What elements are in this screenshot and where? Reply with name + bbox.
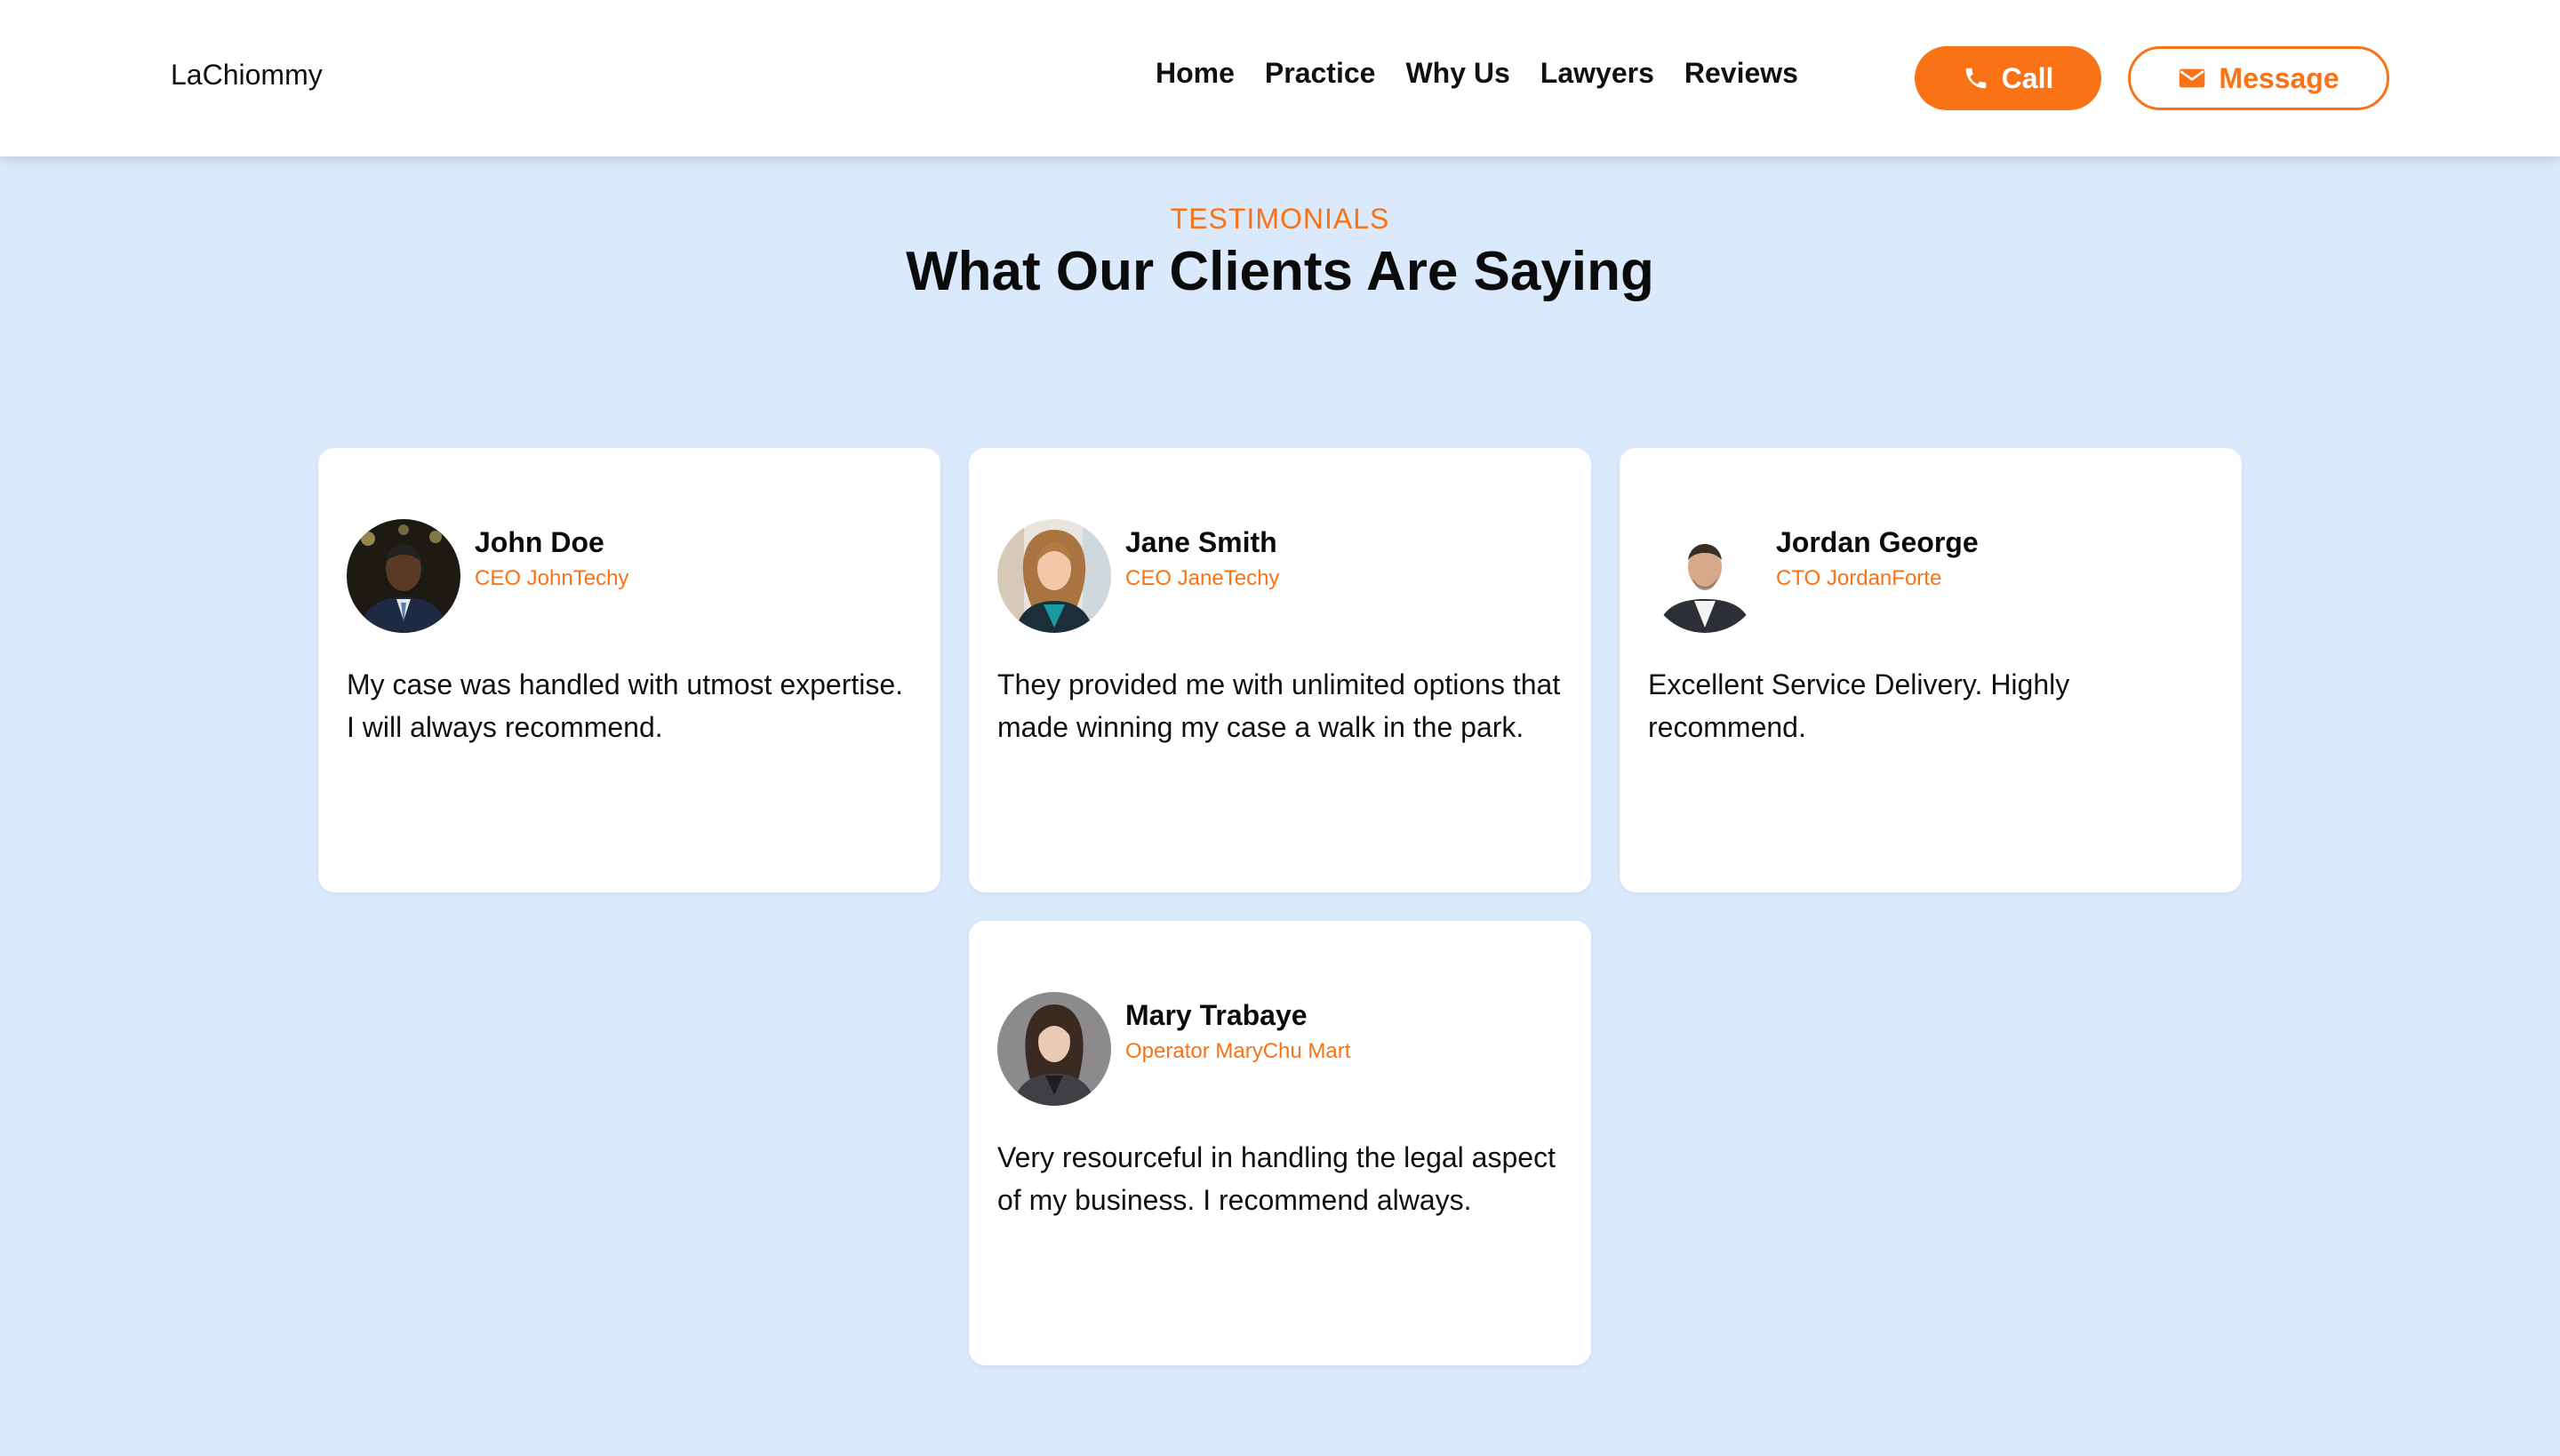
- client-name: John Doe: [475, 526, 604, 558]
- section-title: What Our Clients Are Saying: [906, 241, 1654, 302]
- nav-link-reviews[interactable]: Reviews: [1684, 57, 1798, 90]
- nav-links: Home Practice Why Us Lawyers Reviews: [1156, 57, 1798, 90]
- testimonial-card: Jane Smith CEO JaneTechy They provided m…: [969, 448, 1591, 892]
- phone-icon: [1963, 65, 1989, 92]
- client-role: CEO JohnTechy: [475, 566, 629, 590]
- avatar: [997, 519, 1111, 633]
- call-button-label: Call: [2001, 61, 2054, 94]
- client-name: Jordan George: [1776, 526, 1979, 558]
- client-name: Jane Smith: [1125, 526, 1277, 558]
- message-button[interactable]: Message: [2128, 46, 2389, 110]
- testimonial-card: John Doe CEO JohnTechy My case was handl…: [318, 448, 940, 892]
- avatar: [1648, 519, 1762, 633]
- brand-logo[interactable]: LaChiommy: [171, 59, 323, 92]
- testimonial-quote: They provided me with unlimited options …: [997, 668, 1561, 743]
- avatar: [347, 519, 460, 633]
- testimonial-card: Jordan George CTO JordanForte Excellent …: [1620, 448, 2242, 892]
- testimonial-quote: Excellent Service Delivery. Highly recom…: [1648, 668, 2070, 743]
- section-eyebrow: TESTIMONIALS: [1170, 203, 1390, 235]
- testimonial-card: Mary Trabaye Operator MaryChu Mart Very …: [969, 921, 1591, 1365]
- testimonial-quote: Very resourceful in handling the legal a…: [997, 1141, 1556, 1216]
- testimonial-quote: My case was handled with utmost expertis…: [347, 668, 904, 743]
- client-name: Mary Trabaye: [1125, 999, 1308, 1031]
- nav-link-practice[interactable]: Practice: [1265, 57, 1376, 90]
- avatar: [997, 992, 1111, 1106]
- client-role: CTO JordanForte: [1776, 566, 1942, 590]
- navbar: LaChiommy Home Practice Why Us Lawyers R…: [0, 0, 2560, 156]
- envelope-icon: [2178, 67, 2206, 90]
- nav-link-why-us[interactable]: Why Us: [1405, 57, 1509, 90]
- nav-link-home[interactable]: Home: [1156, 57, 1235, 90]
- client-role: Operator MaryChu Mart: [1125, 1039, 1351, 1063]
- client-role: CEO JaneTechy: [1125, 566, 1280, 590]
- message-button-label: Message: [2219, 61, 2340, 94]
- call-button[interactable]: Call: [1915, 46, 2101, 110]
- nav-link-lawyers[interactable]: Lawyers: [1540, 57, 1654, 90]
